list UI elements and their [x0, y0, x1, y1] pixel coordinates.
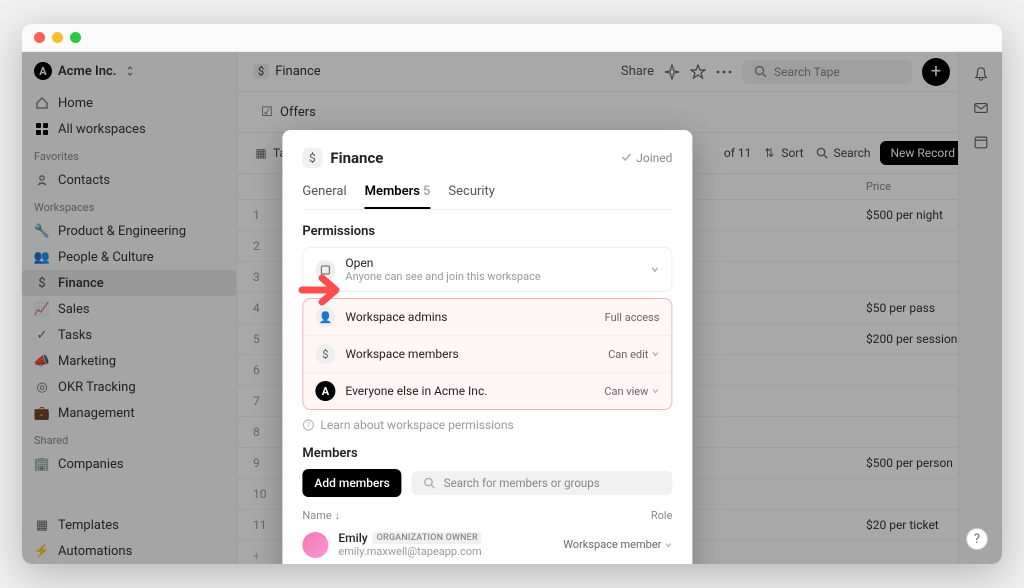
members-icon: $: [315, 344, 335, 364]
window-maximize-icon[interactable]: [70, 32, 81, 43]
avatar-icon: [302, 532, 328, 558]
modal-title: Finance: [330, 149, 383, 167]
help-button[interactable]: ?: [966, 528, 988, 550]
workspace-icon: $: [302, 148, 322, 168]
chevron-down-icon: [650, 265, 659, 274]
window-close-icon[interactable]: [34, 32, 45, 43]
role-select[interactable]: Workspace member: [563, 538, 672, 551]
perm-row-members[interactable]: $ Workspace members Can edit: [303, 335, 671, 372]
member-row[interactable]: EmilyORGANIZATION OWNER emily.maxwell@ta…: [302, 524, 672, 564]
perm-row-admins[interactable]: 👤 Workspace admins Full access: [303, 299, 671, 335]
tab-security[interactable]: Security: [448, 178, 495, 209]
add-members-button[interactable]: Add members: [302, 469, 401, 497]
permission-roles-card: 👤 Workspace admins Full access $ Workspa…: [302, 298, 672, 410]
svg-text:?: ?: [307, 421, 311, 430]
members-table-header: Name ↓ Role: [302, 507, 672, 524]
tab-members[interactable]: Members5: [365, 178, 431, 209]
workspace-settings-modal: $ Finance Joined General Members5 Securi…: [282, 130, 692, 564]
members-heading: Members: [302, 446, 672, 461]
search-icon: [422, 475, 438, 491]
perm-row-everyone[interactable]: A Everyone else in Acme Inc. Can view: [303, 372, 671, 409]
member-search[interactable]: Search for members or groups: [412, 471, 673, 495]
modal-tabs: General Members5 Security: [302, 178, 672, 210]
learn-permissions-link[interactable]: ? Learn about workspace permissions: [302, 418, 672, 432]
app-window: A Acme Inc. Home All workspaces Favorite…: [22, 24, 1002, 564]
annotation-arrow-icon: [298, 272, 342, 308]
permission-open-card: OpenAnyone can see and join this workspa…: [302, 247, 672, 292]
tab-general[interactable]: General: [302, 178, 346, 209]
admins-icon: 👤: [315, 307, 335, 327]
permissions-heading: Permissions: [302, 224, 672, 239]
sort-arrow-icon: ↓: [334, 509, 340, 522]
org-icon: A: [315, 381, 335, 401]
titlebar: [22, 24, 1002, 52]
window-minimize-icon[interactable]: [52, 32, 63, 43]
joined-badge: Joined: [620, 151, 672, 165]
